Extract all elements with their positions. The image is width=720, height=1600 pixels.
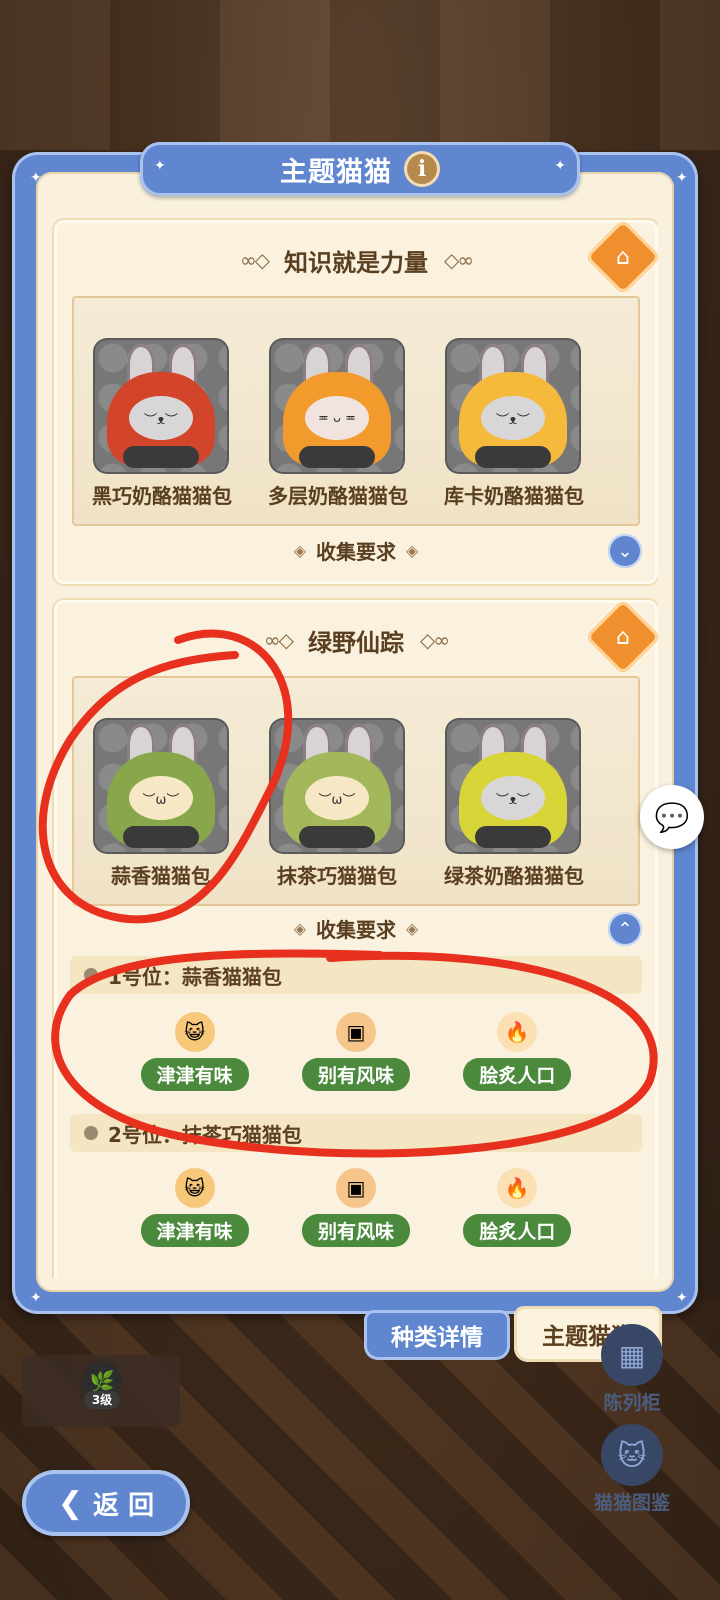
flame-icon: 🔥	[497, 1012, 538, 1052]
cat-catalog-icon: 🐱	[601, 1424, 663, 1486]
banner-star-icon: ✦	[554, 158, 566, 174]
flame-icon: 🔥	[497, 1168, 538, 1208]
panel-title-banner: ✦ 主题猫猫 i ✦	[140, 142, 580, 196]
cat-name: 绿茶奶酪猫猫包	[444, 864, 584, 888]
tag-item: 🔥 脍炙人口	[452, 1012, 582, 1102]
tag-item: ▣ 别有风味	[291, 1012, 421, 1102]
bento-box-icon: ▣	[335, 1012, 376, 1052]
collapse-chevron-up-icon[interactable]: ⌃	[608, 912, 642, 946]
diamond-icon: ◈	[293, 540, 306, 560]
corner-star-icon: ✦	[30, 170, 42, 186]
cat-face-icon: 😺	[174, 1168, 215, 1208]
display-cabinet-icon: ▦	[601, 1324, 663, 1386]
tag-item: 😺 津津有味	[130, 1012, 260, 1102]
cat-catalog-label: 猫猫图鉴	[593, 1492, 670, 1514]
collect-requirements-row[interactable]: ◈ 收集要求 ◈	[54, 908, 658, 948]
corner-star-icon: ✦	[676, 1290, 688, 1306]
tag-item: 🔥 脍炙人口	[452, 1168, 582, 1258]
theme-set-card: ∞◇ 绿野仙踪 ◇∞ ⌂ ︶ω︶ 蒜香猫猫包 ︶ω︶ 抹茶巧猫猫包 ︶ᴥ︶ 绿茶…	[52, 598, 658, 1278]
level-badge: 🌿 3级	[82, 1361, 122, 1409]
info-icon[interactable]: i	[404, 151, 440, 187]
background-shelf	[0, 0, 720, 150]
collect-requirements-row[interactable]: ◈ 收集要求 ◈	[54, 530, 658, 570]
requirement-slot-label: 1号位：蒜香猫猫包	[108, 964, 282, 989]
cat-catalog-button[interactable]: 🐱 猫猫图鉴	[580, 1424, 684, 1515]
tag-label: 脍炙人口	[463, 1214, 572, 1247]
cat-name: 抹茶巧猫猫包	[277, 864, 397, 888]
diamond-icon: ◈	[406, 540, 419, 560]
cat-portrait: ︶ᴥ︶	[445, 338, 581, 474]
chevron-left-icon: ❮	[57, 1485, 84, 1521]
cat-name: 多层奶酪猫猫包	[268, 484, 408, 508]
chat-bubble-icon[interactable]: 💬	[640, 785, 704, 849]
display-cabinet-button[interactable]: ▦ 陈列柜	[590, 1324, 674, 1415]
cat-portrait: ︶ω︶	[269, 718, 405, 854]
cat-card[interactable]: ︶ᴥ︶ 黑巧奶酪猫猫包	[92, 338, 232, 518]
diamond-icon: ◈	[406, 918, 419, 938]
theme-set-header: ∞◇ 绿野仙踪 ◇∞	[54, 610, 658, 670]
requirement-slot-label: 2号位：抹茶巧猫猫包	[108, 1122, 302, 1147]
slot-dot-icon	[84, 968, 98, 982]
collect-requirements-label: 收集要求	[316, 917, 396, 942]
panel-title: 主题猫猫	[280, 156, 392, 188]
cats-frame: ︶ᴥ︶ 黑巧奶酪猫猫包 ≖ ᴗ ≖ 多层奶酪猫猫包 ︶ᴥ︶ 库卡奶酪猫猫包	[72, 296, 640, 526]
left-ornament-icon: ∞◇	[239, 248, 270, 272]
theme-set-card: ∞◇ 知识就是力量 ◇∞ ⌂ ︶ᴥ︶ 黑巧奶酪猫猫包 ≖ ᴗ ≖ 多层奶酪猫猫包…	[52, 218, 658, 586]
cat-name: 蒜香猫猫包	[111, 864, 211, 888]
cat-card[interactable]: ︶ᴥ︶ 绿茶奶酪猫猫包	[444, 718, 584, 898]
tab-types-details[interactable]: 种类详情	[364, 1310, 510, 1360]
cat-portrait: ︶ᴥ︶	[93, 338, 229, 474]
theme-set-title: 绿野仙踪	[308, 628, 404, 657]
display-cabinet-label: 陈列柜	[603, 1392, 661, 1414]
theme-set-list[interactable]: ∞◇ 知识就是力量 ◇∞ ⌂ ︶ᴥ︶ 黑巧奶酪猫猫包 ≖ ᴗ ≖ 多层奶酪猫猫包…	[52, 218, 658, 1278]
right-ornament-icon: ◇∞	[420, 628, 450, 652]
requirement-tags: 😺 津津有味 ▣ 别有风味 🔥 脍炙人口	[54, 1012, 658, 1102]
reward-chest-icon[interactable]: ⌂	[584, 598, 658, 676]
cat-portrait: ︶ω︶	[93, 718, 229, 854]
cat-name: 库卡奶酪猫猫包	[444, 484, 584, 508]
bento-box-icon: ▣	[335, 1168, 376, 1208]
slot-dot-icon	[84, 1126, 98, 1140]
cat-card[interactable]: ︶ᴥ︶ 库卡奶酪猫猫包	[444, 338, 584, 518]
back-label: 返 回	[93, 1490, 155, 1521]
tag-label: 别有风味	[301, 1058, 410, 1091]
level-box[interactable]: 🌿 3级	[22, 1355, 180, 1427]
tag-label: 别有风味	[301, 1214, 410, 1247]
requirement-slot-header: 1号位：蒜香猫猫包	[70, 956, 642, 994]
theme-set-title: 知识就是力量	[284, 248, 428, 277]
expand-chevron-down-icon[interactable]: ⌄	[608, 534, 642, 568]
cat-name: 黑巧奶酪猫猫包	[92, 484, 232, 508]
tag-item: ▣ 别有风味	[291, 1168, 421, 1258]
back-button[interactable]: ❮ 返 回	[22, 1470, 190, 1536]
corner-star-icon: ✦	[676, 170, 688, 186]
cat-card[interactable]: ︶ω︶ 抹茶巧猫猫包	[268, 718, 406, 898]
cat-portrait: ≖ ᴗ ≖	[269, 338, 405, 474]
cat-card[interactable]: ︶ω︶ 蒜香猫猫包	[92, 718, 230, 898]
theme-set-header: ∞◇ 知识就是力量 ◇∞	[54, 230, 658, 290]
reward-chest-icon[interactable]: ⌂	[584, 218, 658, 296]
tag-item: 😺 津津有味	[130, 1168, 260, 1258]
collect-requirements-label: 收集要求	[316, 539, 396, 564]
banner-star-icon: ✦	[154, 158, 166, 174]
cat-card[interactable]: ≖ ᴗ ≖ 多层奶酪猫猫包	[268, 338, 408, 518]
tag-label: 津津有味	[140, 1058, 249, 1091]
left-ornament-icon: ∞◇	[263, 628, 294, 652]
corner-star-icon: ✦	[30, 1290, 42, 1306]
cats-frame: ︶ω︶ 蒜香猫猫包 ︶ω︶ 抹茶巧猫猫包 ︶ᴥ︶ 绿茶奶酪猫猫包	[72, 676, 640, 906]
level-label: 3级	[84, 1391, 120, 1409]
right-ornament-icon: ◇∞	[444, 248, 474, 272]
diamond-icon: ◈	[293, 918, 306, 938]
requirement-slot-header: 2号位：抹茶巧猫猫包	[70, 1114, 642, 1152]
cat-portrait: ︶ᴥ︶	[445, 718, 581, 854]
cat-face-icon: 😺	[174, 1012, 215, 1052]
requirement-tags: 😺 津津有味 ▣ 别有风味 🔥 脍炙人口	[54, 1168, 658, 1258]
tag-label: 脍炙人口	[463, 1058, 572, 1091]
tag-label: 津津有味	[140, 1214, 249, 1247]
